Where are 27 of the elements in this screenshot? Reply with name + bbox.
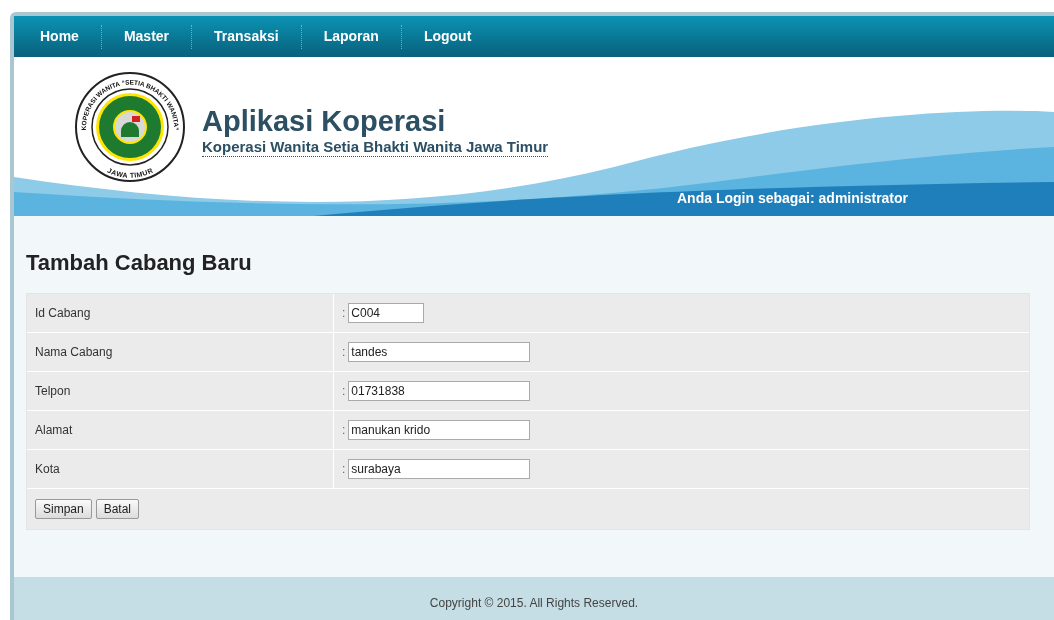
field-label: Telpon: [35, 383, 71, 400]
nav-link[interactable]: Transaksi: [192, 26, 301, 47]
login-status: Anda Login sebagai: administrator: [677, 189, 909, 208]
separator-colon: :: [342, 344, 346, 361]
input-field[interactable]: 01731838: [348, 381, 531, 401]
input-field[interactable]: tandes: [348, 342, 531, 362]
field-label: Kota: [35, 461, 60, 478]
field-label: Alamat: [35, 422, 73, 439]
separator-colon: :: [342, 305, 346, 322]
separator-colon: :: [342, 422, 346, 439]
copyright-text: Copyright © 2015. All Rights Reserved.: [429, 594, 639, 612]
form-button[interactable]: Batal: [95, 499, 140, 519]
field-label: Id Cabang: [35, 305, 91, 322]
field-label: Nama Cabang: [35, 344, 113, 361]
input-field[interactable]: manukan krido: [348, 420, 531, 440]
app-title: Aplikasi Koperasi: [202, 103, 447, 138]
nav-link[interactable]: Logout: [401, 26, 494, 47]
nav-link[interactable]: Master: [101, 26, 192, 47]
separator-colon: :: [342, 461, 346, 478]
input-field[interactable]: surabaya: [348, 459, 531, 479]
page-heading: Tambah Cabang Baru: [26, 249, 253, 277]
form-button[interactable]: Simpan: [35, 499, 92, 519]
app-subtitle: Koperasi Wanita Setia Bhakti Wanita Jawa Timur: [202, 137, 549, 157]
input-field[interactable]: C004: [348, 303, 425, 323]
nav-link[interactable]: Home: [24, 26, 101, 47]
separator-colon: :: [342, 383, 346, 400]
nav-link[interactable]: Laporan: [301, 26, 401, 47]
